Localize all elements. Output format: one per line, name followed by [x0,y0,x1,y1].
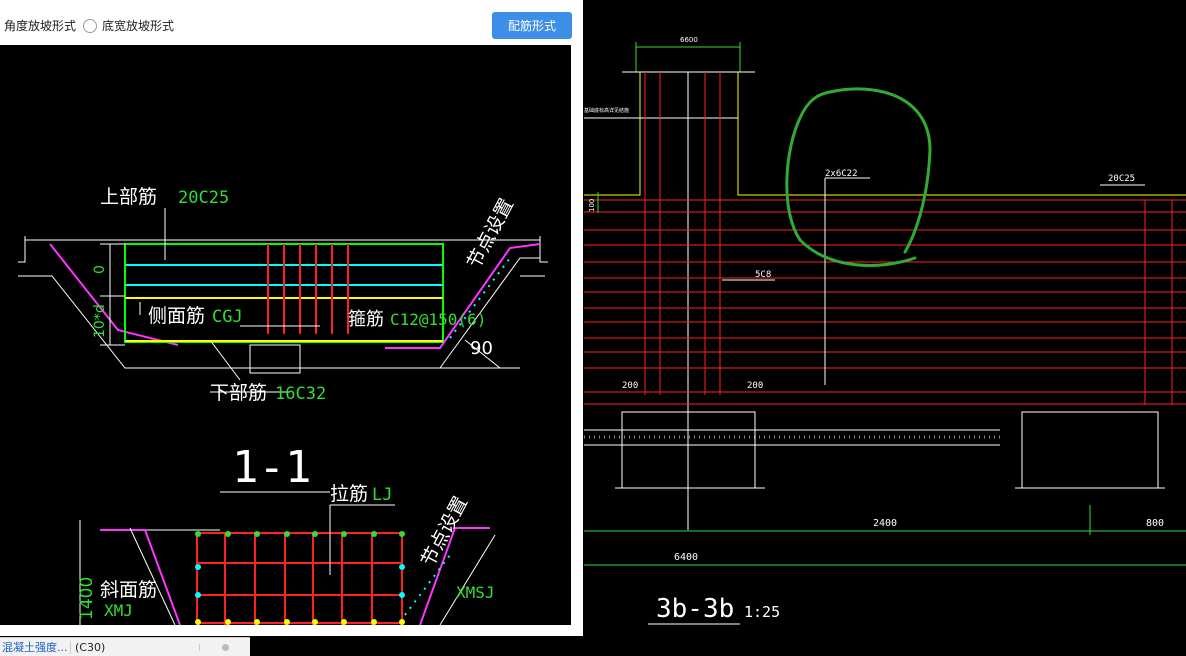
slope-config-dialog: 角度放坡形式 底宽放坡形式 配筋形式 上部筋 20C25 侧面筋 CGJ 箍筋 … [0,0,583,636]
angle-value[interactable]: 90 [470,338,493,359]
dim-100: 100 [588,199,596,212]
property-row[interactable]: 混凝土强度... (C30) [0,637,250,656]
side-rebar-label: 侧面筋 [148,305,205,327]
lower-rebar-value[interactable]: 16C32 [275,384,326,404]
node-setting-label-1[interactable]: 节点设置 [463,195,518,272]
tie-value[interactable]: LJ [372,485,392,505]
stirrup-value[interactable]: C12@150(6) [390,310,486,329]
concrete-strength-value[interactable]: (C30) [70,640,199,654]
slope-rebar-value[interactable]: XMJ [104,601,133,620]
dim-200-left: 200 [622,381,638,391]
property-option-cell[interactable] [199,643,250,651]
dialog-toolbar: 角度放坡形式 底宽放坡形式 配筋形式 [0,0,583,45]
section-scale: 1:25 [744,603,780,621]
section-label: 1-1 [232,442,311,493]
option-dot-icon [221,643,229,651]
side-note: 基础底标高详见结施 [584,107,629,114]
cad-drawing: 6600 基础底标高详见结施 2x6C22 20C25 5C8 100 200 … [584,36,1186,625]
dim-800: 800 [1146,518,1164,529]
upper-rebar-label: 上部筋 [100,186,157,208]
angle-slope-label: 角度放坡形式 [4,19,77,33]
angle-slope-option[interactable]: 角度放坡形式 [4,17,76,34]
dim-2400: 2400 [873,518,897,529]
slope-rebar-label: 斜面筋 [100,579,157,601]
label-20c25[interactable]: 20C25 [1108,174,1135,184]
lower-rebar-label: 下部筋 [210,382,267,404]
dim-200-right: 200 [747,381,763,391]
upper-rebar-value[interactable]: 20C25 [178,188,229,208]
tie-label: 拉筋 [330,483,368,505]
xmsj-value[interactable]: XMSJ [456,583,495,602]
side-rebar-value[interactable]: CGJ [212,307,243,327]
section-drawing: 上部筋 20C25 侧面筋 CGJ 箍筋 C12@150(6) 下部筋 16C3… [18,186,548,625]
width-slope-option[interactable]: 底宽放坡形式 [83,17,174,34]
concrete-strength-label: 混凝土强度... [2,641,68,654]
width-slope-label: 底宽放坡形式 [102,19,175,33]
d-dim: 10*d [92,304,108,338]
zero-dim: 0 [92,265,108,274]
label-2x6c22[interactable]: 2x6C22 [825,169,858,179]
label-5c8[interactable]: 5C8 [755,270,771,280]
section-title: 3b-3b [656,594,734,624]
rebar-form-button[interactable]: 配筋形式 [492,12,572,39]
dim-6400: 6400 [674,552,698,563]
section-preview-canvas: 上部筋 20C25 侧面筋 CGJ 箍筋 C12@150(6) 下部筋 16C3… [0,45,571,625]
top-dim: 6600 [680,36,698,44]
width-slope-radio[interactable] [83,18,97,33]
cad-drawing-area[interactable]: 6600 基础底标高详见结施 2x6C22 20C25 5C8 100 200 … [584,0,1186,655]
dim-1400: 1400 [77,577,97,620]
stirrup-label: 箍筋 [348,309,384,330]
